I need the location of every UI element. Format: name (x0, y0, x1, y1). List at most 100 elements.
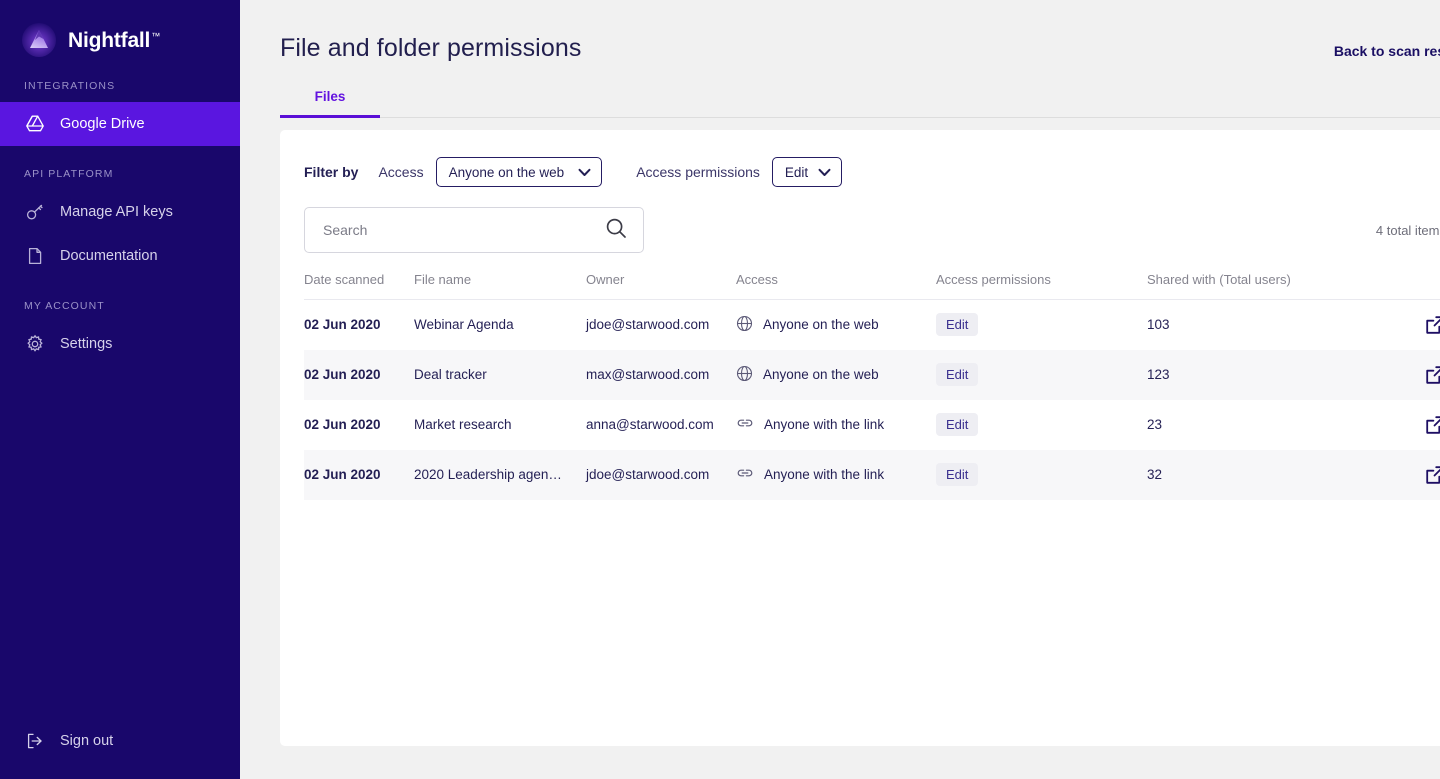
column-shared-with: Shared with (Total users) (1147, 272, 1396, 300)
cell-access-permissions: Edit (936, 300, 1147, 350)
column-date-scanned: Date scanned (304, 272, 414, 300)
globe-icon (736, 365, 753, 385)
gear-icon (24, 333, 46, 355)
sidebar-item-label: Google Drive (60, 116, 145, 132)
cell-shared-with: 32 (1147, 450, 1396, 500)
sidebar-item-label: Settings (60, 336, 112, 352)
cell-date-scanned: 02 Jun 2020 (304, 400, 414, 450)
cell-actions (1396, 300, 1440, 350)
permission-badge[interactable]: Edit (936, 313, 978, 336)
sidebar-section-my-account-label: MY ACCOUNT (0, 300, 240, 312)
document-icon (24, 245, 46, 267)
sidebar: Nightfall™ INTEGRATIONS Google Drive API… (0, 0, 240, 779)
cell-access-label: Anyone on the web (763, 367, 879, 382)
tab-bar: Files (280, 83, 1440, 118)
access-filter-label: Access (378, 164, 423, 180)
cell-date-scanned: 02 Jun 2020 (304, 450, 414, 500)
files-table-body: 02 Jun 2020 Webinar Agenda jdoe@starwood… (304, 300, 1440, 500)
table-row[interactable]: 02 Jun 2020 2020 Leadership agen… jdoe@s… (304, 450, 1440, 500)
cell-actions (1396, 350, 1440, 400)
sidebar-section-api-platform-label: API PLATFORM (0, 168, 240, 180)
cell-file-name: Webinar Agenda (414, 300, 586, 350)
tab-files[interactable]: Files (280, 83, 380, 118)
cell-file-name: 2020 Leadership agen… (414, 450, 586, 500)
chevron-down-icon (818, 168, 831, 177)
access-permissions-filter-select[interactable]: Edit (772, 157, 842, 187)
table-row[interactable]: 02 Jun 2020 Market research anna@starwoo… (304, 400, 1440, 450)
cell-access-permissions: Edit (936, 450, 1147, 500)
cell-access-label: Anyone with the link (764, 467, 884, 482)
access-filter-select[interactable]: Anyone on the web (436, 157, 603, 187)
cell-shared-with: 123 (1147, 350, 1396, 400)
google-drive-icon (24, 113, 46, 135)
sidebar-item-documentation[interactable]: Documentation (0, 234, 240, 278)
cell-date-scanned: 02 Jun 2020 (304, 300, 414, 350)
sidebar-item-manage-api-keys[interactable]: Manage API keys (0, 190, 240, 234)
sidebar-item-label: Manage API keys (60, 204, 173, 220)
sign-out-button[interactable]: Sign out (0, 721, 113, 761)
files-table: Date scanned File name Owner Access Acce… (304, 272, 1440, 500)
brand-logo[interactable]: Nightfall™ (0, 0, 240, 58)
cell-shared-with: 23 (1147, 400, 1396, 450)
external-link-icon[interactable] (1396, 314, 1440, 336)
access-permissions-filter-value: Edit (785, 165, 808, 180)
cell-shared-with: 103 (1147, 300, 1396, 350)
cell-owner: anna@starwood.com (586, 400, 736, 450)
sign-out-label: Sign out (60, 733, 113, 749)
search-icon[interactable] (605, 217, 627, 244)
table-header-row: Date scanned File name Owner Access Acce… (304, 272, 1440, 300)
filter-bar: Filter by Access Anyone on the web Acces… (304, 156, 1440, 188)
cell-access-permissions: Edit (936, 350, 1147, 400)
sidebar-item-label: Documentation (60, 248, 158, 264)
table-row[interactable]: 02 Jun 2020 Deal tracker max@starwood.co… (304, 350, 1440, 400)
cell-file-name: Deal tracker (414, 350, 586, 400)
back-to-scan-results-link[interactable]: Back to scan results (1334, 43, 1440, 59)
sidebar-item-google-drive[interactable]: Google Drive (0, 102, 240, 146)
cell-owner: max@starwood.com (586, 350, 736, 400)
page-header: File and folder permissions Back to scan… (264, 0, 1440, 63)
total-items-count: 4 total items (1376, 223, 1440, 238)
globe-icon (736, 315, 753, 335)
sidebar-item-settings[interactable]: Settings (0, 322, 240, 366)
permission-badge[interactable]: Edit (936, 363, 978, 386)
column-file-name: File name (414, 272, 586, 300)
key-icon (24, 201, 46, 223)
column-actions (1396, 272, 1440, 300)
column-owner: Owner (586, 272, 736, 300)
cell-date-scanned: 02 Jun 2020 (304, 350, 414, 400)
permission-badge[interactable]: Edit (936, 463, 978, 486)
sign-out-icon (24, 730, 46, 752)
cell-actions (1396, 450, 1440, 500)
chevron-down-icon (578, 168, 591, 177)
cell-owner: jdoe@starwood.com (586, 300, 736, 350)
external-link-icon[interactable] (1396, 464, 1440, 486)
filter-by-label: Filter by (304, 164, 358, 180)
brand-name-text: Nightfall (68, 29, 150, 52)
cell-owner: jdoe@starwood.com (586, 450, 736, 500)
link-icon (736, 416, 754, 433)
search-row: 4 total items (304, 207, 1440, 253)
cell-access-permissions: Edit (936, 400, 1147, 450)
main-content: File and folder permissions Back to scan… (240, 0, 1440, 779)
link-icon (736, 466, 754, 483)
cell-access: Anyone on the web (736, 350, 936, 400)
external-link-icon[interactable] (1396, 414, 1440, 436)
trademark-mark: ™ (151, 31, 160, 41)
cell-access-label: Anyone with the link (764, 417, 884, 432)
table-row[interactable]: 02 Jun 2020 Webinar Agenda jdoe@starwood… (304, 300, 1440, 350)
permission-badge[interactable]: Edit (936, 413, 978, 436)
search-input[interactable] (323, 222, 605, 238)
page-title: File and folder permissions (280, 34, 581, 63)
files-panel: Filter by Access Anyone on the web Acces… (280, 130, 1440, 746)
cell-actions (1396, 400, 1440, 450)
external-link-icon[interactable] (1396, 364, 1440, 386)
cell-file-name: Market research (414, 400, 586, 450)
access-filter-value: Anyone on the web (449, 165, 565, 180)
cell-access: Anyone with the link (736, 450, 936, 500)
column-access-permissions: Access permissions (936, 272, 1147, 300)
access-permissions-filter-label: Access permissions (636, 164, 760, 180)
mountain-logo-icon (22, 23, 56, 57)
cell-access-label: Anyone on the web (763, 317, 879, 332)
search-box[interactable] (304, 207, 644, 253)
files-table-header: Date scanned File name Owner Access Acce… (304, 272, 1440, 300)
